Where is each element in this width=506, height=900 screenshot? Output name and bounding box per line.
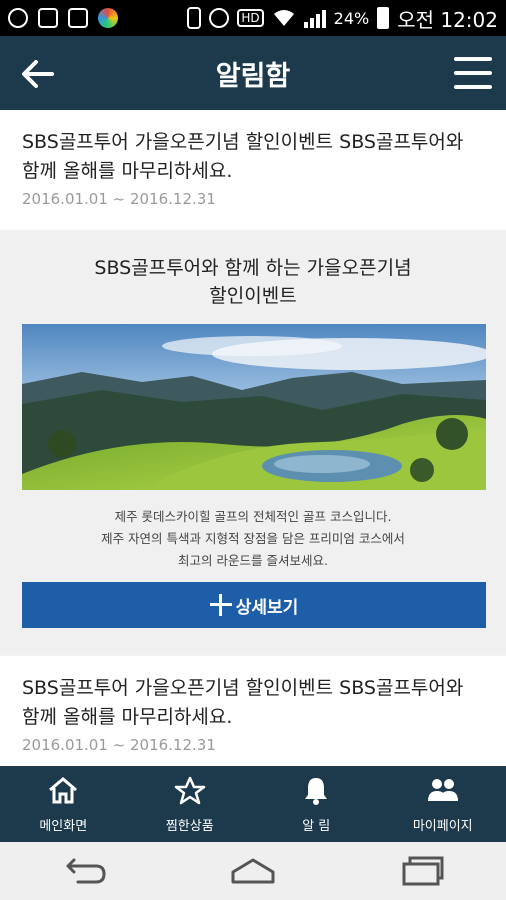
nav-label: 마이페이지 — [412, 818, 473, 834]
status-notifications — [8, 8, 118, 28]
back-arrow-icon[interactable] — [18, 54, 58, 94]
hd-indicator: HD — [237, 9, 264, 27]
wifi-icon — [273, 10, 294, 26]
home-icon — [49, 776, 78, 803]
nav-item-notifications[interactable]: 알 림 — [253, 766, 380, 842]
bell-icon — [305, 777, 328, 805]
app-notification-icon — [8, 8, 28, 28]
detail-button[interactable]: 상세보기 — [22, 582, 486, 628]
alarm-icon — [209, 8, 230, 28]
color-app-icon — [98, 8, 118, 28]
event-card: SBS골프투어와 함께 하는 가을오픈기념 할인이벤트 제주 롯데스카이힐 골프… — [0, 232, 506, 654]
golf-course-image — [22, 324, 486, 490]
event-title: SBS골프투어와 함께 하는 가을오픈기념 할인이벤트 — [0, 254, 506, 310]
page-title: 알림함 — [215, 60, 291, 92]
nav-item-mypage[interactable]: 마이페이지 — [380, 766, 506, 842]
tv-notification-icon — [68, 8, 88, 28]
add-notification-icon — [38, 8, 58, 28]
system-home-icon[interactable] — [227, 854, 279, 888]
status-system: HD 24% 오전 12:02 — [187, 4, 498, 33]
event-title-line1: SBS골프투어와 함께 하는 가을오픈기념 — [94, 257, 412, 279]
people-icon — [427, 778, 458, 801]
app-header: 알림함 — [0, 36, 506, 110]
notice-title: SBS골프투어 가을오픈기념 할인이벤트 SBS골프투어와 함께 올해를 마무리… — [22, 131, 464, 182]
clock: 오전 12:02 — [397, 7, 498, 32]
notice-date: 2016.01.01 ~ 2016.12.31 — [22, 736, 216, 754]
battery-icon — [377, 7, 390, 29]
star-icon — [174, 776, 205, 804]
notice-item[interactable]: SBS골프투어 가을오픈기념 할인이벤트 SBS골프투어와 함께 올해를 마무리… — [0, 110, 506, 230]
system-recents-icon[interactable] — [396, 854, 448, 888]
event-desc-line3: 최고의 라운드를 즐셔보세요. — [178, 553, 328, 568]
event-title-line2: 할인이벤트 — [209, 285, 297, 307]
system-nav-bar — [0, 842, 506, 900]
menu-icon[interactable] — [454, 55, 492, 91]
notice-item[interactable]: SBS골프투어 가을오픈기념 할인이벤트 SBS골프투어와 함께 올해를 마무리… — [0, 656, 506, 766]
battery-percent: 24% — [333, 8, 370, 28]
nav-label: 알 림 — [302, 818, 331, 834]
nav-item-wishlist[interactable]: 찜한상품 — [127, 766, 254, 842]
event-desc-line1: 제주 롯데스카이힐 골프의 전체적인 골프 코스입니다. — [114, 509, 392, 524]
nav-label: 메인화면 — [39, 818, 88, 834]
system-back-icon[interactable] — [58, 854, 110, 888]
vibrate-icon — [187, 7, 202, 29]
detail-button-label: 상세보기 — [235, 597, 299, 618]
notice-title: SBS골프투어 가을오픈기념 할인이벤트 SBS골프투어와 함께 올해를 마무리… — [22, 677, 464, 728]
signal-icon — [303, 8, 326, 28]
bottom-nav: 메인화면 찜한상품 알 림 마이페이지 — [0, 766, 506, 842]
status-bar: HD 24% 오전 12:02 — [0, 0, 506, 36]
event-description: 제주 롯데스카이힐 골프의 전체적인 골프 코스입니다. 제주 자연의 특색과 … — [0, 506, 506, 572]
event-desc-line2: 제주 자연의 특색과 지형적 장점을 담은 프리미엄 코스에서 — [101, 531, 405, 546]
nav-label: 찜한상품 — [165, 818, 214, 834]
nav-item-main[interactable]: 메인화면 — [0, 766, 127, 842]
plus-icon — [209, 594, 232, 616]
notice-date: 2016.01.01 ~ 2016.12.31 — [22, 190, 216, 208]
